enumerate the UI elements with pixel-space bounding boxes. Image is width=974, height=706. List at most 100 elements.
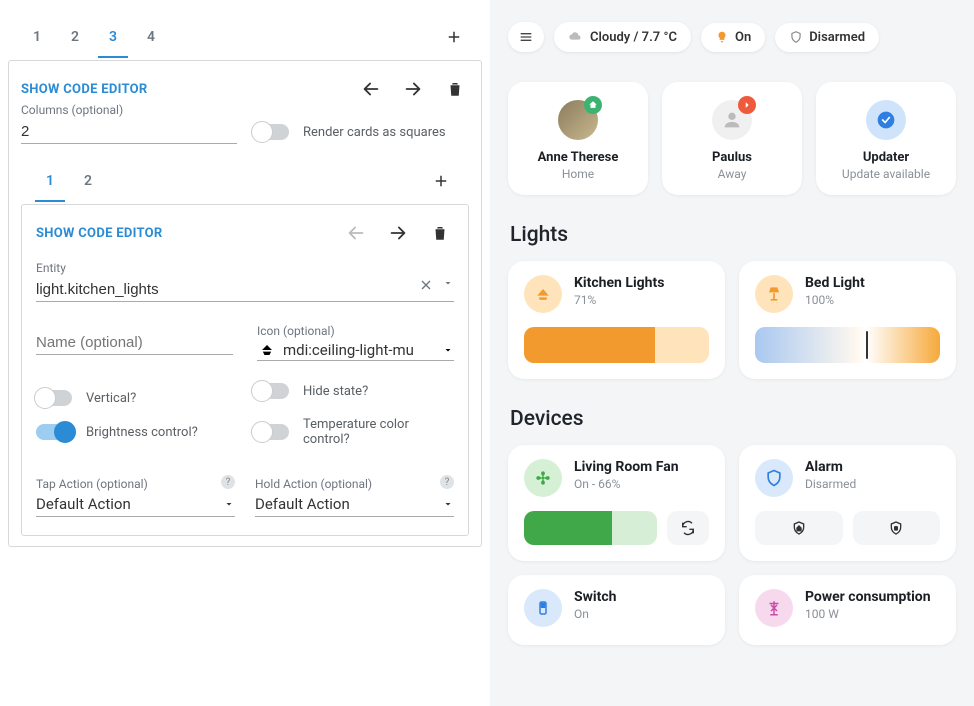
color-slider-bed[interactable] <box>755 327 940 363</box>
person-name-2: Paulus <box>712 150 752 165</box>
device-card-alarm[interactable]: Alarm Disarmed <box>739 445 956 561</box>
render-squares-label: Render cards as squares <box>303 125 446 140</box>
arm-away-button[interactable] <box>853 511 941 545</box>
light-name-2: Bed Light <box>805 275 865 291</box>
light-card-bed[interactable]: Bed Light 100% <box>739 261 956 379</box>
hide-state-label: Hide state? <box>303 384 454 399</box>
entity-dropdown-icon[interactable] <box>442 277 454 293</box>
person-card-paulus[interactable]: Paulus Away <box>662 82 802 195</box>
grid-card-editor: SHOW CODE EDITOR Columns (optional) <box>8 60 482 547</box>
entity-card-editor: SHOW CODE EDITOR Entity <box>21 204 469 536</box>
outer-tab-3[interactable]: 3 <box>94 18 132 56</box>
light-sub-2: 100% <box>805 293 865 307</box>
device-name-3: Switch <box>574 589 616 605</box>
state-chip[interactable]: On <box>701 23 765 52</box>
menu-chip[interactable] <box>508 22 544 52</box>
columns-input[interactable] <box>21 119 237 144</box>
icon-label: Icon (optional) <box>257 324 454 338</box>
away-badge-icon <box>738 96 756 114</box>
devices-section-title: Devices <box>510 407 956 431</box>
tap-action-select[interactable]: Default Action <box>36 491 235 517</box>
render-squares-toggle[interactable] <box>253 124 289 140</box>
entities-row: Anne Therese Home Paulus Away Updater Up… <box>508 82 956 195</box>
clear-entity-icon[interactable] <box>418 277 434 293</box>
person-card-anne[interactable]: Anne Therese Home <box>508 82 648 195</box>
alarm-chip[interactable]: Disarmed <box>775 23 879 52</box>
show-code-editor-button[interactable]: SHOW CODE EDITOR <box>21 82 349 97</box>
outer-tab-2[interactable]: 2 <box>56 18 94 56</box>
updater-icon <box>866 100 906 140</box>
arm-home-button[interactable] <box>755 511 843 545</box>
light-on-icon <box>715 30 729 44</box>
entity-input[interactable] <box>36 277 454 302</box>
brightness-label: Brightness control? <box>86 425 237 440</box>
vertical-toggle[interactable] <box>36 390 72 406</box>
dashboard-preview: Cloudy / 7.7 °C On Disarmed Anne Therese… <box>490 0 974 706</box>
add-inner-tab[interactable] <box>423 163 459 199</box>
lights-grid: Kitchen Lights 71% Bed Light 100% <box>508 261 956 379</box>
light-name: Kitchen Lights <box>574 275 664 291</box>
arrow-left-icon[interactable] <box>357 75 385 103</box>
outer-tab-4[interactable]: 4 <box>132 18 170 56</box>
hide-state-toggle[interactable] <box>253 383 289 399</box>
editor-panel: 1 2 3 4 SHOW CODE EDITOR <box>0 0 490 706</box>
oscillate-button[interactable] <box>667 511 709 545</box>
inner-tab-2[interactable]: 2 <box>69 162 107 200</box>
updater-state: Update available <box>842 167 930 181</box>
device-sub: On - 66% <box>574 477 679 491</box>
name-input[interactable] <box>36 330 233 355</box>
hold-action-select[interactable]: Default Action <box>255 491 454 517</box>
updater-name: Updater <box>863 150 909 165</box>
entity-label: Entity <box>36 261 454 275</box>
chevron-down-icon <box>442 344 454 356</box>
ceiling-light-icon <box>257 340 277 360</box>
device-card-power[interactable]: Power consumption 100 W <box>739 575 956 645</box>
alarm-shield-icon <box>755 459 793 497</box>
device-card-switch[interactable]: Switch On <box>508 575 725 645</box>
arrow-left-disabled-icon <box>342 219 370 247</box>
avatar-paulus <box>712 100 752 140</box>
add-outer-tab[interactable] <box>436 19 472 55</box>
vertical-label: Vertical? <box>86 391 237 406</box>
outer-tab-1[interactable]: 1 <box>18 18 56 56</box>
home-badge-icon <box>584 96 602 114</box>
tap-action-label: Tap Action (optional) <box>36 477 235 491</box>
arrow-right-inner-icon[interactable] <box>384 219 412 247</box>
light-card-kitchen[interactable]: Kitchen Lights 71% <box>508 261 725 379</box>
device-name: Living Room Fan <box>574 459 679 475</box>
icon-select[interactable]: mdi:ceiling-light-mu <box>257 340 454 361</box>
delete-inner-icon[interactable] <box>426 219 454 247</box>
lamp-icon <box>755 275 793 313</box>
device-card-fan[interactable]: Living Room Fan On - 66% <box>508 445 725 561</box>
switch-icon <box>524 589 562 627</box>
show-code-editor-inner-button[interactable]: SHOW CODE EDITOR <box>36 226 334 241</box>
light-sub: 71% <box>574 293 664 307</box>
slider-handle[interactable] <box>866 331 868 359</box>
help-icon[interactable]: ? <box>221 475 235 489</box>
delete-icon[interactable] <box>441 75 469 103</box>
inner-tab-1[interactable]: 1 <box>31 162 69 200</box>
brightness-toggle[interactable] <box>36 424 72 440</box>
lights-section-title: Lights <box>510 223 956 247</box>
help-icon-2[interactable]: ? <box>440 475 454 489</box>
shield-icon <box>789 30 803 44</box>
device-sub-2: Disarmed <box>805 477 856 491</box>
brightness-slider-kitchen[interactable] <box>524 327 709 363</box>
avatar-anne <box>558 100 598 140</box>
device-sub-3: On <box>574 607 616 621</box>
temp-color-toggle[interactable] <box>253 424 289 440</box>
devices-grid: Living Room Fan On - 66% Alarm <box>508 445 956 645</box>
person-name: Anne Therese <box>538 150 619 165</box>
outer-tabs: 1 2 3 4 <box>8 18 482 56</box>
weather-chip[interactable]: Cloudy / 7.7 °C <box>554 22 691 52</box>
cloud-icon <box>568 29 584 45</box>
fan-icon <box>524 459 562 497</box>
device-name-4: Power consumption <box>805 589 931 605</box>
ceiling-light-icon <box>524 275 562 313</box>
device-sub-4: 100 W <box>805 607 931 621</box>
temp-color-label: Temperature color control? <box>303 417 454 447</box>
updater-card[interactable]: Updater Update available <box>816 82 956 195</box>
arrow-right-icon[interactable] <box>399 75 427 103</box>
fan-speed-slider[interactable] <box>524 511 657 545</box>
header-chips: Cloudy / 7.7 °C On Disarmed <box>508 22 956 52</box>
